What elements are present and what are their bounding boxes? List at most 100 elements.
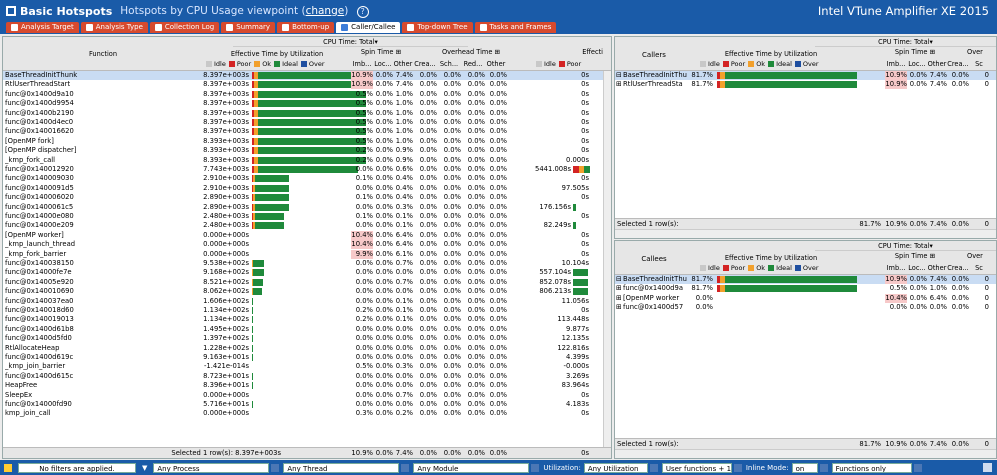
function-row[interactable]: func@0x1400d5fd0 1.397e+002s 0.0% 0.0% 0.0% 0…	[3, 334, 603, 343]
function-row[interactable]: SleepEx 0.000e+000s 0.0% 0.0% 0.7% 0.0% 0.0% 0.…	[3, 391, 603, 400]
function-row[interactable]: func@0x1400d4ec0 8.397e+003s 0.5% 0.0% 1.0% 0…	[3, 118, 603, 127]
effective-time-header[interactable]: Effective Time by Utilization	[697, 254, 845, 262]
overhead-time-header[interactable]: Over	[967, 252, 996, 260]
expand-column-icon[interactable]: ⊞	[396, 48, 402, 56]
function-row[interactable]: func@0x140006020 2.890e+003s 0.1% 0.0% 0.4% 0…	[3, 193, 603, 202]
function-row[interactable]: func@0x14005e920 8.521e+002s 0.0% 0.0% 0.7% 0…	[3, 278, 603, 287]
help-icon[interactable]: ?	[356, 5, 369, 18]
overhead-time-header[interactable]: Overhead Time ⊞	[411, 48, 531, 56]
effective-time-header[interactable]: Effective Time by Utilization	[203, 50, 351, 58]
callers-row[interactable]: ⊞ RtlUserThreadSta 81.7% 10.9% 0.0% 7.4% 0.0% 0	[615, 80, 996, 90]
function-row[interactable]: func@0x140019013 1.134e+002s 0.2% 0.0% 0.1% 0…	[3, 315, 603, 324]
expand-toggle-icon[interactable]: ⊞	[616, 284, 623, 293]
expand-toggle-icon[interactable]: ⊞	[616, 303, 623, 312]
imb-subheader[interactable]: Imb...	[885, 60, 907, 68]
function-row[interactable]: func@0x1400d9954 8.397e+003s 0.5% 0.0% 1.0% 0…	[3, 99, 603, 108]
function-row[interactable]: func@0x1400091d5 2.910e+003s 0.0% 0.0% 0.4% 0…	[3, 184, 603, 193]
chevron-down-icon[interactable]	[913, 463, 922, 472]
loc-subheader[interactable]: Loc...	[907, 60, 927, 68]
function-row[interactable]: [OpenMP fork] 8.393e+003s 0.5% 0.0% 1.0% 0.0%…	[3, 137, 603, 146]
callees-row[interactable]: ⊞ func@0x1400d57 0.0% 0.0% 0.0% 0.0% 0.0% 0	[615, 303, 996, 312]
function-row[interactable]: RtlAllocateHeap 1.228e+002s 0.0% 0.0% 0.0% 0.…	[3, 344, 603, 353]
callers-title[interactable]: Callers	[615, 51, 693, 59]
tab-caller-callee[interactable]: Caller/Callee	[336, 22, 401, 33]
callees-row[interactable]: ⊞ [OpenMP worker 0.0% 10.4% 0.0% 6.4% 0.0% 0	[615, 293, 996, 303]
lock-subheader[interactable]: Loc...	[373, 60, 393, 68]
function-row[interactable]: _kmp_launch_thread 0.000e+000s 10.4% 0.0% 6.…	[3, 240, 603, 250]
creation-subheader[interactable]: Crea...	[413, 60, 437, 68]
expand-toggle-icon[interactable]: ⊟	[616, 275, 623, 284]
function-row[interactable]: func@0x1400d615c 8.723e+001s 0.0% 0.0% 0.0% 0…	[3, 372, 603, 381]
loop-mode-select[interactable]: Functions only	[831, 462, 912, 473]
sc-subheader[interactable]: Sc	[969, 60, 989, 68]
callers-horizontal-scrollbar[interactable]	[615, 229, 996, 238]
cpu-time-header[interactable]: CPU Time: Total▾	[815, 242, 996, 251]
expand-column-icon[interactable]: ⊞	[495, 48, 501, 56]
chevron-down-icon[interactable]	[819, 463, 828, 472]
function-row[interactable]: func@0x1400d619c 9.163e+001s 0.0% 0.0% 0.0% 0…	[3, 353, 603, 362]
reduction-subheader[interactable]: Red...	[461, 60, 485, 68]
function-row[interactable]: _kmp_fork_call 8.393e+003s 0.2% 0.0% 0.9% 0.0…	[3, 156, 603, 165]
function-row[interactable]: func@0x140012920 7.743e+003s 0.0% 0.0% 0.6% 0…	[3, 165, 603, 174]
tab-top-down-tree[interactable]: Top-down Tree	[402, 22, 473, 33]
chevron-down-icon[interactable]	[649, 463, 658, 472]
function-row[interactable]: RtlUserThreadStart 8.397e+003s 10.9% 0.0% 7.…	[3, 80, 603, 90]
call-stack-mode-select[interactable]: User functions + 1	[661, 462, 732, 473]
function-row[interactable]: func@0x14000fd90 5.716e+001s 0.0% 0.0% 0.0% 0…	[3, 400, 603, 409]
change-viewpoint-link[interactable]: change	[306, 5, 345, 17]
filter-settings-icon[interactable]	[983, 463, 992, 472]
function-row[interactable]: [OpenMP dispatcher] 8.393e+003s 0.2% 0.0% 0.…	[3, 146, 603, 155]
tab-analysis-target[interactable]: Analysis Target	[6, 22, 79, 33]
imbalance-subheader[interactable]: Imb...	[351, 60, 373, 68]
function-row[interactable]: func@0x1400b2190 8.397e+003s 0.5% 0.0% 1.0% 0…	[3, 109, 603, 118]
function-row[interactable]: func@0x14000e209 2.480e+003s 0.0% 0.0% 0.1% 0…	[3, 221, 603, 230]
function-row[interactable]: kmp_join_call 0.000e+000s 0.3% 0.0% 0.2% 0.0%…	[3, 409, 603, 418]
cpu-time-header[interactable]: CPU Time: Total▾	[815, 38, 996, 47]
function-row[interactable]: [OpenMP worker] 0.000e+000s 10.4% 0.0% 6.4% 0…	[3, 230, 603, 240]
function-row[interactable]: func@0x140018d60 1.134e+002s 0.2% 0.0% 0.1% 0…	[3, 306, 603, 315]
chevron-down-icon[interactable]	[271, 463, 280, 472]
spin-time-header[interactable]: Spin Time ⊞	[885, 48, 945, 56]
crea-subheader[interactable]: Crea...	[947, 60, 969, 68]
function-row[interactable]: func@0x14000e080 2.480e+003s 0.1% 0.0% 0.1% 0…	[3, 212, 603, 221]
inline-mode-select[interactable]: on	[791, 462, 818, 473]
chevron-down-icon[interactable]	[733, 463, 742, 472]
function-row[interactable]: _kmp_join_barrier -1.421e-014s 0.5% 0.0% 0.3…	[3, 362, 603, 371]
callees-row[interactable]: ⊟ BaseThreadInitThu 81.7% 10.9% 0.0% 7.4% 0.0%…	[615, 275, 996, 284]
spin-time-header[interactable]: Spin Time ⊞	[885, 252, 945, 260]
function-row[interactable]: func@0x1400d61b8 1.495e+002s 0.0% 0.0% 0.0% 0…	[3, 325, 603, 334]
function-row[interactable]: func@0x140009030 2.910e+003s 0.1% 0.0% 0.4% 0…	[3, 174, 603, 183]
overhead-time-header[interactable]: Over	[967, 48, 996, 56]
loc-subheader[interactable]: Loc...	[907, 264, 927, 272]
function-row[interactable]: func@0x140010690 8.062e+002s 0.0% 0.0% 0.0% 0…	[3, 287, 603, 296]
function-row[interactable]: func@0x140038150 9.538e+002s 0.0% 0.0% 0.7% 0…	[3, 259, 603, 268]
other-overhead-subheader[interactable]: Other	[485, 60, 507, 68]
callees-title[interactable]: Callees	[615, 255, 693, 263]
other-subheader[interactable]: Other	[927, 60, 947, 68]
expand-toggle-icon[interactable]: ⊞	[616, 294, 623, 303]
function-row[interactable]: func@0x1400d9a10 8.397e+003s 0.5% 0.0% 1.0% 0…	[3, 90, 603, 99]
function-row[interactable]: func@0x14000fe7e 9.168e+002s 0.0% 0.0% 0.0% 0…	[3, 268, 603, 277]
process-filter-select[interactable]: Any Process	[153, 462, 270, 473]
function-row[interactable]: func@0x1400061c5 2.890e+003s 0.0% 0.0% 0.3% 0…	[3, 203, 603, 212]
cpu-time-header[interactable]: CPU Time: Total▾	[233, 38, 468, 47]
tab-analysis-type[interactable]: Analysis Type	[80, 22, 148, 33]
tab-collection-log[interactable]: Collection Log	[149, 22, 220, 33]
function-row[interactable]: func@0x140037ea0 1.606e+002s 0.0% 0.0% 0.1% 0…	[3, 297, 603, 306]
utilization-filter-select[interactable]: Any Utilization	[583, 462, 648, 473]
function-column-header[interactable]: Function	[3, 50, 203, 58]
thread-filter-select[interactable]: Any Thread	[283, 462, 400, 473]
effective-time-header[interactable]: Effective Time by Utilization	[697, 50, 845, 58]
chevron-down-icon[interactable]	[531, 463, 540, 472]
imb-subheader[interactable]: Imb...	[885, 264, 907, 272]
module-filter-select[interactable]: Any Module	[413, 462, 530, 473]
expand-column-icon[interactable]: ⊞	[928, 48, 936, 56]
callees-row[interactable]: ⊞ func@0x1400d9a 81.7% 0.5% 0.0% 1.0% 0.0% 0	[615, 284, 996, 293]
callees-horizontal-scrollbar[interactable]	[615, 449, 996, 458]
other-spin-subheader[interactable]: Other	[393, 60, 413, 68]
sc-subheader[interactable]: Sc	[969, 264, 989, 272]
function-row[interactable]: BaseThreadInitThunk 8.397e+003s 10.9% 0.0% 7…	[3, 71, 603, 80]
filter-funnel-icon[interactable]: ▼	[142, 464, 147, 472]
main-grid-vertical-scrollbar[interactable]	[603, 71, 611, 447]
other-subheader[interactable]: Other	[927, 264, 947, 272]
